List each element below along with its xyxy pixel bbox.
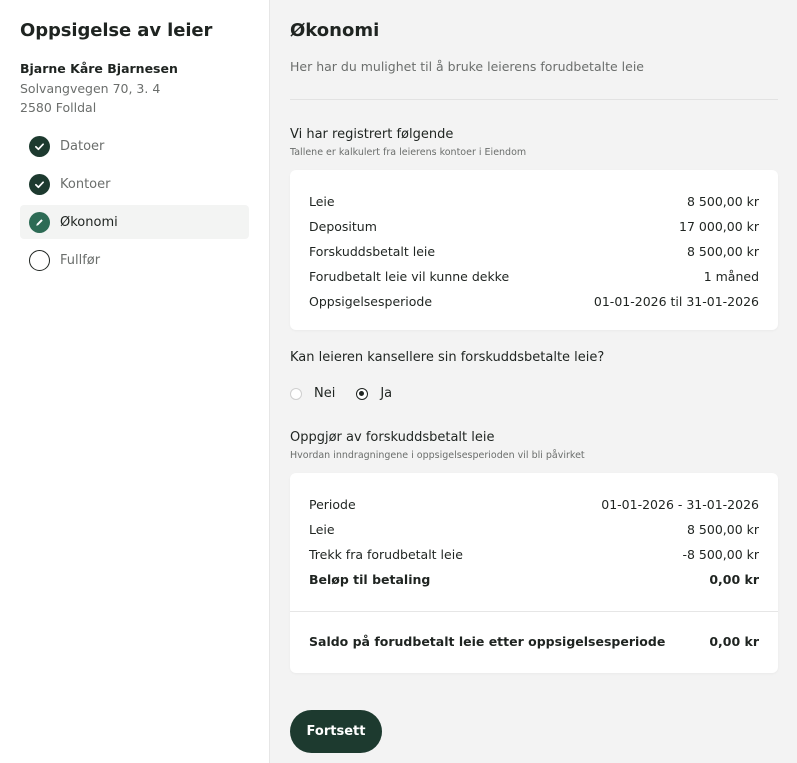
check-icon bbox=[29, 135, 50, 157]
summary-row: Leie 8 500,00 kr bbox=[309, 189, 759, 214]
step-datoer[interactable]: Datoer bbox=[20, 129, 249, 163]
empty-circle-icon bbox=[29, 249, 50, 271]
pencil-icon bbox=[29, 211, 50, 233]
footer-value: 0,00 kr bbox=[709, 634, 759, 649]
settlement-row: Trekk fra forudbetalt leie -8 500,00 kr bbox=[309, 542, 759, 567]
registered-card: Leie 8 500,00 kr Depositum 17 000,00 kr … bbox=[290, 170, 778, 330]
summary-row: Oppsigelsesperiode 01-01-2026 til 31-01-… bbox=[309, 289, 759, 314]
step-label: Datoer bbox=[60, 138, 105, 154]
row-value: -8 500,00 kr bbox=[682, 547, 759, 562]
row-value: 17 000,00 kr bbox=[679, 219, 759, 234]
row-label: Depositum bbox=[309, 219, 377, 234]
settlement-row: Leie 8 500,00 kr bbox=[309, 517, 759, 542]
settlement-card: Periode 01-01-2026 - 31-01-2026 Leie 8 5… bbox=[290, 473, 778, 673]
continue-button[interactable]: Fortsett bbox=[290, 710, 382, 753]
radio-ja[interactable]: Ja bbox=[356, 386, 392, 401]
settlement-row: Periode 01-01-2026 - 31-01-2026 bbox=[309, 492, 759, 517]
row-label: Periode bbox=[309, 497, 356, 512]
row-label: Leie bbox=[309, 522, 335, 537]
summary-row: Depositum 17 000,00 kr bbox=[309, 214, 759, 239]
row-value: 1 måned bbox=[703, 269, 759, 284]
step-kontoer[interactable]: Kontoer bbox=[20, 167, 249, 201]
row-label: Trekk fra forudbetalt leie bbox=[309, 547, 463, 562]
tenant-postal: 2580 Folldal bbox=[20, 100, 97, 115]
registered-title: Vi har registrert følgende bbox=[290, 127, 454, 142]
sidebar-title: Oppsigelse av leier bbox=[20, 20, 213, 41]
page-title: Økonomi bbox=[290, 20, 380, 41]
settlement-title: Oppgjør av forskuddsbetalt leie bbox=[290, 430, 495, 445]
settlement-subtitle: Hvordan inndragningene i oppsigelsesperi… bbox=[290, 450, 585, 461]
step-fullfor[interactable]: Fullfør bbox=[20, 243, 249, 277]
step-okonomi[interactable]: Økonomi bbox=[20, 205, 249, 239]
cancel-question: Kan leieren kansellere sin forskuddsbeta… bbox=[290, 350, 605, 365]
row-value: 8 500,00 kr bbox=[686, 522, 759, 537]
row-label: Oppsigelsesperiode bbox=[309, 294, 433, 309]
settlement-row-total: Beløp til betaling 0,00 kr bbox=[309, 567, 759, 592]
step-label: Kontoer bbox=[60, 176, 111, 192]
row-label: Forudbetalt leie vil kunne dekke bbox=[309, 269, 510, 284]
tenant-address: Solvangvegen 70, 3. 4 bbox=[20, 81, 161, 96]
cancel-radio-group: Nei Ja bbox=[290, 386, 778, 401]
row-value: 8 500,00 kr bbox=[686, 244, 759, 259]
main-content: Økonomi Her har du mulighet til å bruke … bbox=[271, 0, 797, 763]
page-subtitle: Her har du mulighet til å bruke leierens… bbox=[290, 59, 778, 100]
radio-nei[interactable]: Nei bbox=[290, 386, 335, 401]
row-value: 8 500,00 kr bbox=[686, 194, 759, 209]
registered-subtitle: Tallene er kalkulert fra leierens kontoe… bbox=[290, 147, 527, 158]
settlement-footer: Saldo på forudbetalt leie etter oppsigel… bbox=[309, 612, 759, 673]
radio-button-checked[interactable] bbox=[356, 387, 369, 400]
step-label: Økonomi bbox=[60, 214, 118, 230]
row-label: Leie bbox=[309, 194, 335, 209]
summary-row: Forudbetalt leie vil kunne dekke 1 måned bbox=[309, 264, 759, 289]
tenant-name: Bjarne Kåre Bjarnesen bbox=[20, 61, 178, 76]
radio-label: Ja bbox=[380, 386, 393, 401]
row-value: 01-01-2026 - 31-01-2026 bbox=[601, 497, 759, 512]
sidebar: Oppsigelse av leier Bjarne Kåre Bjarnese… bbox=[0, 0, 270, 763]
row-label: Forskuddsbetalt leie bbox=[309, 244, 436, 259]
radio-label: Nei bbox=[314, 386, 336, 401]
row-value: 0,00 kr bbox=[709, 572, 759, 587]
summary-row: Forskuddsbetalt leie 8 500,00 kr bbox=[309, 239, 759, 264]
row-value: 01-01-2026 til 31-01-2026 bbox=[593, 294, 759, 309]
radio-button-unchecked[interactable] bbox=[290, 387, 302, 400]
step-label: Fullfør bbox=[60, 252, 101, 268]
footer-label: Saldo på forudbetalt leie etter oppsigel… bbox=[309, 634, 666, 649]
check-icon bbox=[29, 173, 50, 195]
row-label: Beløp til betaling bbox=[309, 572, 431, 587]
step-list: Datoer Kontoer Økonomi Fullfør bbox=[20, 129, 249, 277]
